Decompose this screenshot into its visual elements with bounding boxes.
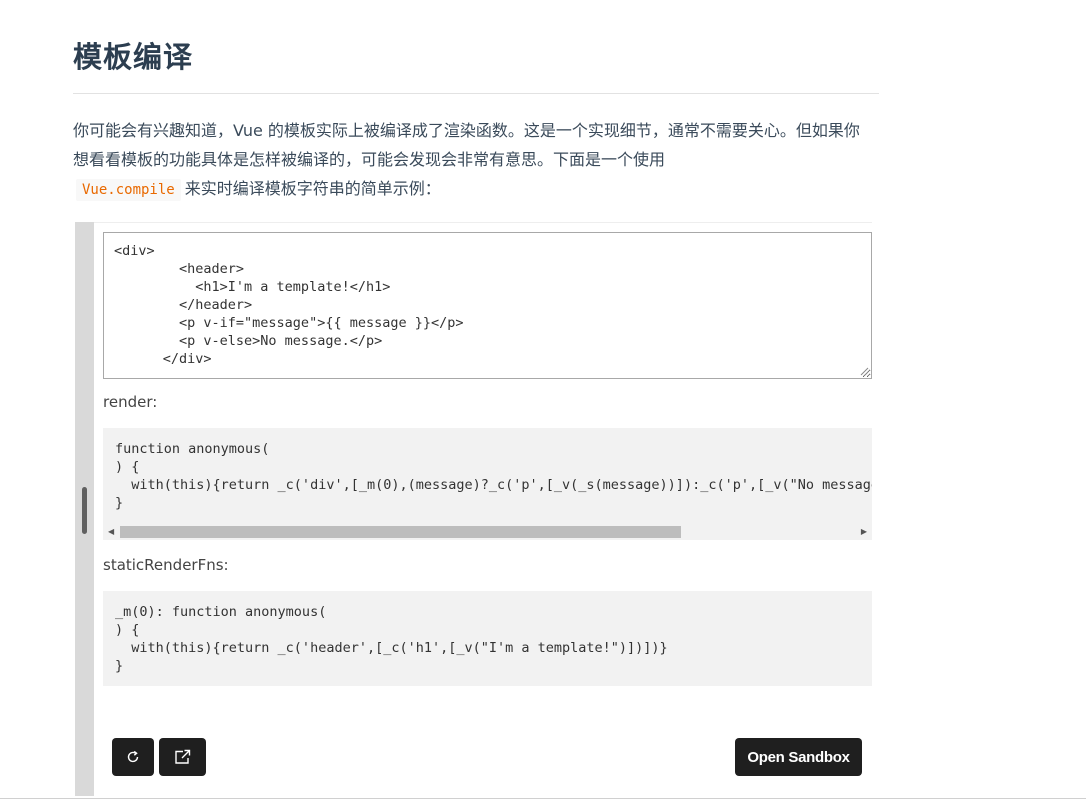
scroll-left-icon[interactable]: ◀ — [108, 523, 114, 540]
open-external-icon — [174, 749, 190, 764]
static-render-output: _m(0): function anonymous( ) { with(this… — [103, 591, 872, 686]
scroll-right-icon[interactable]: ▶ — [861, 523, 867, 540]
intro-text: 你可能会有兴趣知道，Vue 的模板实际上被编译成了渲染函数。这是一个实现细节，通… — [73, 121, 860, 169]
render-horizontal-scrollbar[interactable]: ◀ ▶ — [103, 523, 872, 540]
intro-text-end: 来实时编译模板字符串的简单示例： — [184, 179, 441, 198]
render-output: function anonymous( ) { with(this){retur… — [103, 428, 872, 540]
refresh-icon — [127, 750, 139, 763]
render-scrollbar-thumb[interactable] — [120, 526, 681, 538]
template-input[interactable]: <div> <header> <h1>I'm a template!</h1> … — [103, 232, 872, 379]
section-title: 模板编译 — [73, 40, 194, 74]
open-sandbox-button[interactable]: Open Sandbox — [735, 738, 862, 776]
resize-grip-icon[interactable] — [859, 366, 869, 376]
title-divider — [73, 93, 879, 94]
static-render-fns-label: staticRenderFns: — [103, 556, 229, 574]
static-render-code: _m(0): function anonymous( ) { with(this… — [115, 604, 668, 674]
open-external-button[interactable] — [159, 738, 206, 776]
render-code: function anonymous( ) { with(this){retur… — [115, 441, 872, 511]
refresh-button[interactable] — [112, 738, 154, 776]
page-bottom-border — [0, 798, 1086, 799]
inline-code-vue-compile: Vue.compile — [76, 179, 181, 201]
demo-scrollbar-thumb[interactable] — [82, 487, 87, 534]
render-label: render: — [103, 393, 158, 411]
intro-paragraph: 你可能会有兴趣知道，Vue 的模板实际上被编译成了渲染函数。这是一个实现细节，通… — [73, 116, 873, 205]
demo-top-border — [75, 222, 872, 223]
